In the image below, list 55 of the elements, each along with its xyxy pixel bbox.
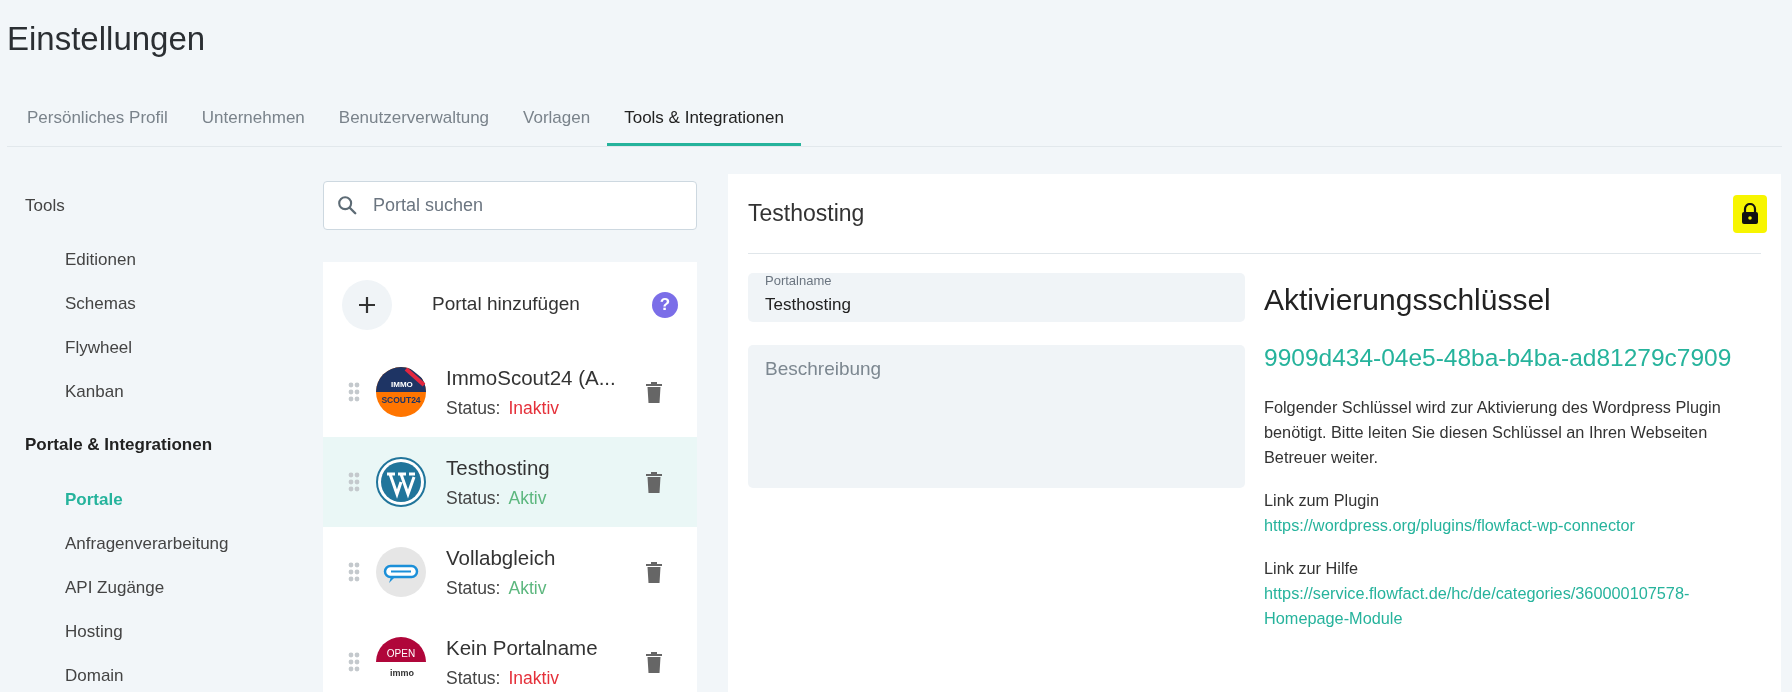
sidebar-item[interactable]: Schemas	[65, 282, 136, 326]
portal-name: ImmoScout24 (A...	[446, 364, 617, 391]
status-label: Status:	[446, 397, 501, 421]
portal-logo	[376, 547, 426, 597]
settings-tab[interactable]: Benutzerverwaltung	[321, 93, 507, 146]
status-value: Inaktiv	[508, 667, 560, 691]
field-label: Portalname	[765, 274, 832, 288]
portal-title: Testhosting	[748, 199, 865, 229]
trash-icon[interactable]	[646, 561, 662, 583]
trash-icon[interactable]	[646, 651, 662, 673]
sidebar-heading: Portale & Integrationen	[25, 433, 214, 456]
key-heading: Aktivierungsschlüssel	[1264, 282, 1552, 318]
add-button[interactable]	[342, 279, 392, 330]
drag-handle-icon[interactable]	[348, 472, 360, 492]
search-field[interactable]: Portal suchen	[323, 181, 697, 230]
link-label: Link zum Plugin	[1264, 489, 1380, 511]
drag-handle-icon[interactable]	[348, 382, 360, 402]
status-value: Inaktiv	[508, 397, 560, 421]
status-label: Status:	[446, 487, 501, 511]
drag-handle-icon[interactable]	[348, 652, 360, 672]
status-label: Status:	[446, 667, 501, 691]
portal-logo	[376, 457, 426, 507]
portal-row[interactable]: Testhosting Status: Aktiv	[323, 437, 697, 527]
settings-tab[interactable]: Tools & Integrationen	[607, 93, 801, 146]
sidebar-item[interactable]: Flywheel	[65, 326, 133, 370]
sidebar-item[interactable]: Hosting	[65, 610, 123, 654]
add-portal-label: Portal hinzufügen	[432, 292, 580, 317]
sidebar-item[interactable]: Kanban	[65, 370, 124, 414]
status-value: Aktiv	[508, 487, 547, 511]
help-button[interactable]: ?	[652, 291, 678, 318]
status-label: Status:	[446, 577, 501, 601]
settings-tab[interactable]: Persönliches Profil	[10, 93, 185, 146]
trash-icon[interactable]	[646, 381, 662, 403]
explanation-text: Folgender Schlüssel wird zur Aktivierung des Wordpress Plugin benötigt. Bitte leiten Sie diesen Schlüssel an Ihren Webseiten Betreuer weiter.	[1264, 396, 1722, 468]
portal-name: Kein Portalname	[446, 634, 599, 661]
sidebar-item[interactable]: Domain	[65, 654, 124, 692]
sidebar-item[interactable]: API Zugänge	[65, 566, 165, 610]
sidebar-heading: Tools	[25, 194, 66, 217]
plus-icon	[357, 294, 377, 315]
activation-key: 9909d434-04e5-48ba-b4ba-ad81279c7909	[1264, 340, 1744, 377]
settings-tab[interactable]: Unternehmen	[184, 93, 322, 146]
page-title: Einstellungen	[7, 19, 207, 59]
status-value: Aktiv	[508, 577, 547, 601]
lock-icon[interactable]	[1733, 194, 1767, 233]
drag-handle-icon[interactable]	[348, 562, 360, 582]
search-icon	[336, 194, 358, 216]
sidebar-item[interactable]: Anfragenverarbeitung	[65, 522, 229, 566]
trash-icon[interactable]	[646, 471, 662, 493]
portal-name: Vollabgleich	[446, 544, 557, 571]
link-label: Link zur Hilfe	[1264, 557, 1360, 579]
sidebar-item[interactable]: Editionen	[65, 238, 136, 282]
portal-logo: IMMO SCOUT24	[376, 367, 426, 417]
settings-tab[interactable]: Vorlagen	[506, 93, 608, 146]
description-field[interactable]: Beschreibung	[748, 345, 1245, 488]
portal-name: Testhosting	[446, 454, 551, 481]
